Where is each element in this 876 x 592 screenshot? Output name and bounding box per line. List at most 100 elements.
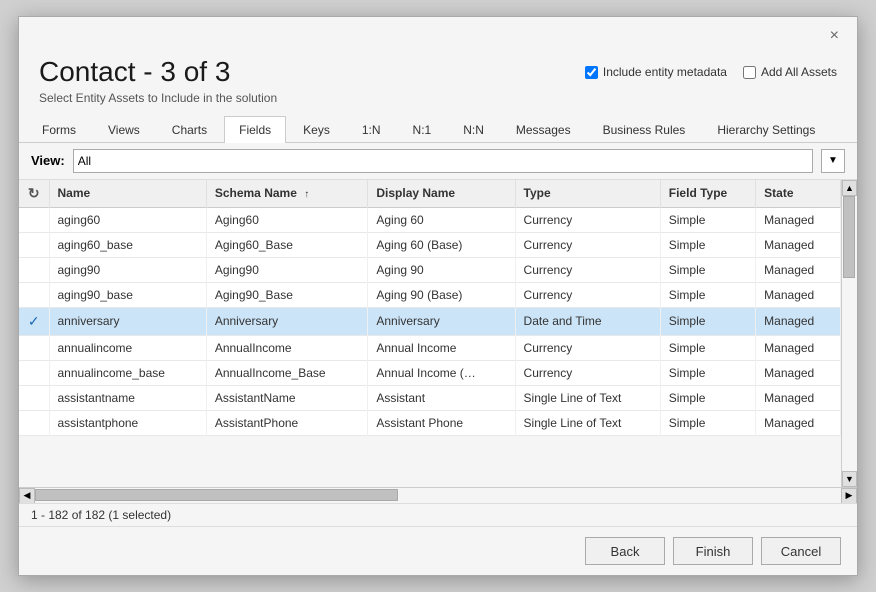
row-check-cell[interactable] (19, 385, 49, 410)
row-display-name: Anniversary (368, 307, 515, 335)
tab-messages[interactable]: Messages (501, 116, 586, 143)
row-type: Date and Time (515, 307, 660, 335)
row-field-type: Simple (660, 335, 755, 360)
tab-1-n[interactable]: 1:N (347, 116, 396, 143)
header-right: Include entity metadata Add All Assets (585, 55, 837, 79)
row-type: Currency (515, 335, 660, 360)
row-display-name: Aging 90 (368, 257, 515, 282)
row-state: Managed (756, 282, 841, 307)
row-type: Single Line of Text (515, 410, 660, 435)
row-schema-name: AssistantPhone (206, 410, 368, 435)
row-name: aging60 (49, 207, 206, 232)
include-metadata-checkbox[interactable] (585, 66, 598, 79)
row-name: annualincome_base (49, 360, 206, 385)
view-dropdown-button[interactable]: ▼ (821, 149, 845, 173)
tab-views[interactable]: Views (93, 116, 155, 143)
col-fieldtype: Field Type (660, 180, 755, 208)
col-schema[interactable]: Schema Name ↑ (206, 180, 368, 208)
row-schema-name: AssistantName (206, 385, 368, 410)
add-all-checkbox[interactable] (743, 66, 756, 79)
cancel-button[interactable]: Cancel (761, 537, 841, 565)
table-row[interactable]: aging90_baseAging90_BaseAging 90 (Base)C… (19, 282, 841, 307)
scroll-h-thumb[interactable] (35, 489, 398, 501)
scroll-right-button[interactable]: ▶ (841, 488, 857, 504)
row-check-cell[interactable] (19, 335, 49, 360)
table-container[interactable]: ↻ Name Schema Name ↑ Display Name Type F… (19, 180, 841, 436)
view-select[interactable]: All (73, 149, 813, 173)
table-row[interactable]: aging60Aging60Aging 60CurrencySimpleMana… (19, 207, 841, 232)
row-state: Managed (756, 385, 841, 410)
col-type: Type (515, 180, 660, 208)
row-display-name: Aging 90 (Base) (368, 282, 515, 307)
table-row[interactable]: annualincomeAnnualIncomeAnnual IncomeCur… (19, 335, 841, 360)
row-schema-name: Aging90_Base (206, 282, 368, 307)
tab-business-rules[interactable]: Business Rules (588, 116, 701, 143)
row-check-cell[interactable] (19, 232, 49, 257)
col-state: State (756, 180, 841, 208)
vertical-scrollbar[interactable]: ▲ ▼ (841, 180, 857, 487)
tab-keys[interactable]: Keys (288, 116, 345, 143)
row-type: Single Line of Text (515, 385, 660, 410)
col-name: Name (49, 180, 206, 208)
tab-n-n[interactable]: N:N (448, 116, 499, 143)
row-check-cell[interactable]: ✓ (19, 307, 49, 335)
refresh-icon[interactable]: ↻ (28, 185, 40, 201)
row-name: annualincome (49, 335, 206, 360)
row-check-cell[interactable] (19, 282, 49, 307)
row-check-cell[interactable] (19, 257, 49, 282)
main-dialog: × Contact - 3 of 3 Select Entity Assets … (18, 16, 858, 576)
row-name: aging90 (49, 257, 206, 282)
tab-forms[interactable]: Forms (27, 116, 91, 143)
row-type: Currency (515, 257, 660, 282)
row-type: Currency (515, 207, 660, 232)
row-state: Managed (756, 307, 841, 335)
horizontal-scrollbar[interactable]: ◀ ▶ (19, 487, 857, 503)
table-row[interactable]: ✓anniversaryAnniversaryAnniversaryDate a… (19, 307, 841, 335)
add-all-label[interactable]: Add All Assets (743, 65, 837, 79)
row-state: Managed (756, 410, 841, 435)
header-left: Contact - 3 of 3 Select Entity Assets to… (39, 55, 277, 105)
table-row[interactable]: assistantnameAssistantNameAssistantSingl… (19, 385, 841, 410)
scroll-v-thumb[interactable] (843, 196, 855, 279)
include-metadata-label[interactable]: Include entity metadata (585, 65, 727, 79)
status-bar: 1 - 182 of 182 (1 selected) (19, 503, 857, 526)
close-button[interactable]: × (824, 25, 845, 47)
row-display-name: Aging 60 (368, 207, 515, 232)
row-display-name: Annual Income (… (368, 360, 515, 385)
back-button[interactable]: Back (585, 537, 665, 565)
data-table: ↻ Name Schema Name ↑ Display Name Type F… (19, 180, 841, 436)
row-field-type: Simple (660, 207, 755, 232)
dialog-subtitle: Select Entity Assets to Include in the s… (39, 91, 277, 105)
scroll-v-track (842, 196, 857, 471)
scroll-up-button[interactable]: ▲ (842, 180, 857, 196)
row-type: Currency (515, 232, 660, 257)
row-name: anniversary (49, 307, 206, 335)
row-state: Managed (756, 335, 841, 360)
col-display: Display Name (368, 180, 515, 208)
tab-charts[interactable]: Charts (157, 116, 222, 143)
row-display-name: Annual Income (368, 335, 515, 360)
table-row[interactable]: assistantphoneAssistantPhoneAssistant Ph… (19, 410, 841, 435)
table-row[interactable]: aging60_baseAging60_BaseAging 60 (Base)C… (19, 232, 841, 257)
table-header-row: ↻ Name Schema Name ↑ Display Name Type F… (19, 180, 841, 208)
table-wrapper: ↻ Name Schema Name ↑ Display Name Type F… (19, 180, 857, 487)
row-check-cell[interactable] (19, 410, 49, 435)
tab-fields[interactable]: Fields (224, 116, 286, 143)
row-display-name: Assistant Phone (368, 410, 515, 435)
row-state: Managed (756, 207, 841, 232)
row-check-cell[interactable] (19, 207, 49, 232)
tab-hierarchy-settings[interactable]: Hierarchy Settings (702, 116, 830, 143)
row-state: Managed (756, 360, 841, 385)
scroll-left-button[interactable]: ◀ (19, 488, 35, 504)
row-schema-name: Aging90 (206, 257, 368, 282)
row-check-cell[interactable] (19, 360, 49, 385)
row-checkmark: ✓ (28, 313, 40, 329)
row-field-type: Simple (660, 410, 755, 435)
sort-arrow-icon: ↑ (304, 189, 309, 200)
header-section: Contact - 3 of 3 Select Entity Assets to… (19, 47, 857, 115)
table-row[interactable]: annualincome_baseAnnualIncome_BaseAnnual… (19, 360, 841, 385)
scroll-down-button[interactable]: ▼ (842, 471, 857, 487)
tab-n-1[interactable]: N:1 (398, 116, 447, 143)
table-row[interactable]: aging90Aging90Aging 90CurrencySimpleMana… (19, 257, 841, 282)
finish-button[interactable]: Finish (673, 537, 753, 565)
